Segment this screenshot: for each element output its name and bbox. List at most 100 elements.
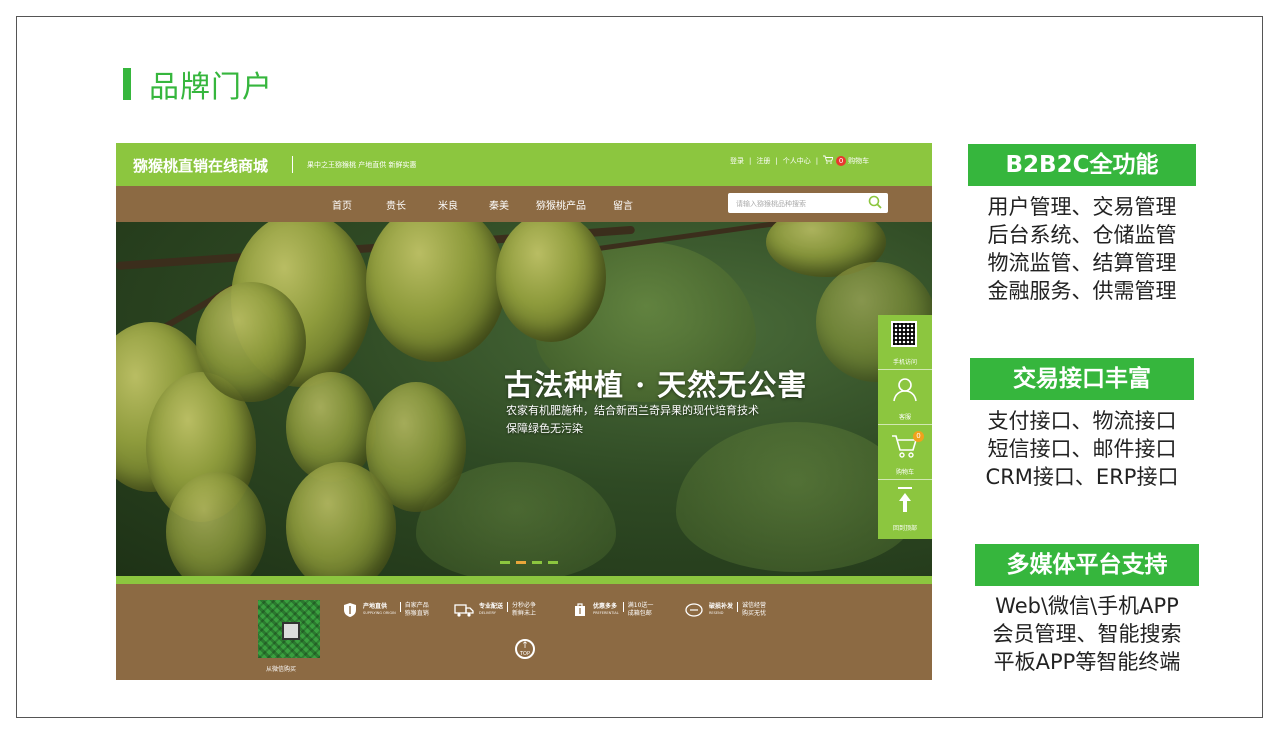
cart-icon[interactable]: [823, 155, 834, 166]
arrow-up-icon: [898, 487, 912, 512]
feature-desc: 分秒必争 新鲜未上: [512, 602, 537, 617]
header-divider: [292, 156, 293, 173]
feature-title: 专业配送: [479, 603, 504, 610]
feature-line: 平板APP等智能终端: [993, 650, 1181, 674]
shield-icon: [344, 603, 356, 617]
feature-en: SUPPLYING ORIGIN: [363, 611, 396, 615]
carousel-dot[interactable]: [548, 561, 558, 564]
feature-divider: [737, 602, 739, 612]
website-screenshot: 猕猴桃直销在线商城 果中之王猕猴桃 产地直供 新鲜实惠 登录 | 注册 | 个人…: [116, 143, 932, 680]
kiwi-fruit: [366, 222, 506, 362]
link-separator: |: [775, 156, 778, 165]
sidebar-label: 购物车: [895, 469, 914, 476]
feature-divider: [622, 602, 624, 612]
nav-item-home[interactable]: 首页: [332, 197, 352, 212]
qr-caption: 从微信购买: [266, 666, 297, 673]
title-accent-bar: [123, 68, 131, 100]
qr-code-icon: [891, 321, 917, 347]
feature-heading-multimedia: 多媒体平台支持: [975, 544, 1199, 586]
sidebar-item-service[interactable]: 客服: [878, 370, 932, 425]
account-link[interactable]: 个人中心: [783, 156, 811, 166]
feature-line: 后台系统、仓储监管: [987, 223, 1177, 247]
feature-desc: 自家产品 猕猴直销: [404, 602, 429, 617]
feature-line: CRM接口、ERP接口: [985, 465, 1179, 489]
feature-desc: 诚信经营 购买无忧: [742, 602, 767, 617]
carousel-dot[interactable]: [500, 561, 510, 564]
nav-item-products[interactable]: 猕猴桃产品: [536, 197, 586, 212]
feature-desc: 满10送一 成箱包邮: [627, 602, 654, 617]
carousel-dot[interactable]: [532, 561, 542, 564]
feature-en: PREFERENTIAL: [593, 611, 619, 615]
footer-feature-resend: 破损补发 RESEND 诚信经营 购买无忧: [684, 602, 770, 618]
nav-item-guichang[interactable]: 贵长: [386, 197, 406, 212]
sidebar-label: 回到顶部: [892, 525, 917, 532]
feature-line: 用户管理、交易管理: [987, 195, 1177, 219]
feature-divider: [399, 602, 401, 612]
feature-divider: [507, 602, 509, 612]
site-header: 猕猴桃直销在线商城 果中之王猕猴桃 产地直供 新鲜实惠 登录 | 注册 | 个人…: [116, 143, 932, 186]
footer-feature-delivery: 专业配送 DELIVERY 分秒必争 新鲜未上: [454, 602, 540, 618]
footer-feature-origin: 产地直供 SUPPLYING ORIGIN 自家产品 猕猴直销: [342, 602, 433, 618]
top-label: TOP: [519, 651, 530, 657]
gift-icon: [575, 603, 585, 616]
feature-line: 会员管理、智能搜索: [992, 622, 1182, 646]
arrow-up-icon: ↑: [521, 641, 529, 651]
link-separator: |: [815, 156, 819, 165]
cart-count-badge: 0: [836, 155, 847, 166]
sidebar-label: 手机访问: [892, 359, 917, 366]
nav-item-qinmei[interactable]: 秦美: [489, 197, 509, 212]
link-separator: |: [749, 156, 752, 165]
carousel-dots: [500, 561, 558, 564]
slide-title-text: 品牌门户: [149, 70, 273, 105]
footer-feature-discount: 优惠多多 PREFERENTIAL 满10送一 成箱包邮: [572, 602, 656, 618]
search-placeholder: 请输入猕猴桃品种搜索: [736, 200, 806, 208]
nav-item-miliang[interactable]: 米良: [438, 197, 458, 212]
feature-title: 产地直供: [363, 603, 388, 610]
feature-en: DELIVERY: [479, 611, 496, 615]
green-stripe: [116, 576, 932, 584]
feature-list-interfaces: 支付接口、物流接口 短信接口、邮件接口 CRM接口、ERP接口: [962, 407, 1202, 491]
feature-line: 物流监管、结算管理: [987, 251, 1177, 275]
feature-list-b2b2c: 用户管理、交易管理 后台系统、仓储监管 物流监管、结算管理 金融服务、供需管理: [962, 193, 1202, 305]
feature-list-multimedia: Web\微信\手机APP 会员管理、智能搜索 平板APP等智能终端: [967, 592, 1207, 676]
wechat-qr-code: [258, 600, 320, 658]
top-links: 登录 | 注册 | 个人中心 | 0 购物车: [730, 155, 869, 166]
site-nav: 首页 贵长 米良 秦美 猕猴桃产品 留言 请输入猕猴桃品种搜索: [116, 186, 932, 222]
banner-subline-2: 保障绿色无污染: [506, 422, 583, 435]
feature-title: 优惠多多: [593, 603, 618, 610]
kiwi-fruit: [196, 282, 306, 402]
nav-item-message[interactable]: 留言: [613, 197, 633, 212]
truck-icon: [454, 604, 474, 617]
feature-line: 短信接口、邮件接口: [987, 437, 1177, 461]
carousel-dot-active[interactable]: [516, 561, 526, 564]
user-icon: [893, 378, 917, 402]
feature-line: 金融服务、供需管理: [987, 279, 1177, 303]
site-footer: 从微信购买 产地直供 SUPPLYING ORIGIN 自家产品 猕猴直销 专业…: [116, 584, 932, 680]
feature-line: 支付接口、物流接口: [987, 409, 1177, 433]
sidebar-item-back-to-top[interactable]: 回到顶部: [878, 480, 932, 535]
login-link[interactable]: 登录: [730, 156, 744, 166]
cart-link[interactable]: 购物车: [848, 156, 869, 166]
back-to-top-button[interactable]: ↑ TOP: [515, 639, 535, 659]
feature-line: Web\微信\手机APP: [995, 594, 1179, 618]
feature-heading-interfaces: 交易接口丰富: [970, 358, 1194, 400]
sidebar-item-mobile[interactable]: 手机访问: [878, 315, 932, 370]
banner-subline-1: 农家有机肥施种，结合新西兰奇异果的现代培育技术: [506, 404, 759, 417]
register-link[interactable]: 注册: [756, 156, 770, 166]
sidebar-item-cart[interactable]: 0 购物车: [878, 425, 932, 480]
feature-en: RESEND: [709, 611, 724, 615]
slide-title: 品牌门户: [123, 62, 273, 106]
hero-banner[interactable]: 古法种植 · 天然无公害 农家有机肥施种，结合新西兰奇异果的现代培育技术 保障绿…: [116, 222, 932, 576]
sidebar-label: 客服: [898, 414, 911, 421]
site-logo[interactable]: 猕猴桃直销在线商城: [133, 155, 268, 176]
floating-sidebar: 手机访问 客服 0 购物车 回到顶部: [878, 315, 932, 539]
refresh-icon: [685, 603, 703, 617]
site-slogan: 果中之王猕猴桃 产地直供 新鲜实惠: [307, 161, 417, 169]
cart-count-badge: 0: [913, 431, 924, 442]
feature-heading-b2b2c: B2B2C全功能: [968, 144, 1196, 186]
site-search-box[interactable]: 请输入猕猴桃品种搜索: [728, 193, 888, 213]
feature-title: 破损补发: [709, 603, 734, 610]
search-icon[interactable]: [867, 194, 884, 211]
kiwi-fruit: [166, 472, 266, 576]
banner-headline: 古法种植 · 天然无公害: [504, 368, 808, 402]
